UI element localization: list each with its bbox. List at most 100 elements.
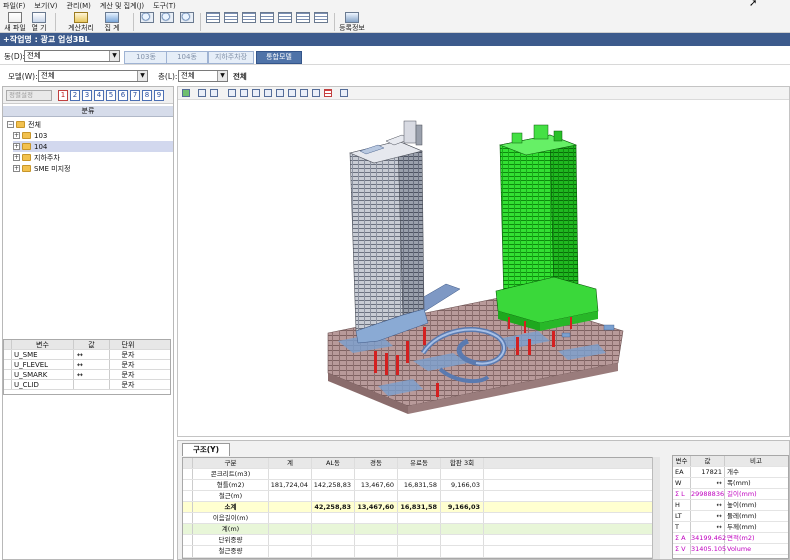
left-toolbar: 정렬설정 1 2 3 4 5 6 7 8 9 xyxy=(3,87,173,104)
sheet-view-button-1[interactable] xyxy=(206,11,220,33)
cube-view-icon[interactable] xyxy=(300,89,308,97)
new-file-button[interactable]: 새 파일 xyxy=(2,11,28,33)
menu-view[interactable]: 보기(V) xyxy=(34,1,57,11)
model-select[interactable]: 전체 ▼ xyxy=(38,70,148,82)
expand-icon[interactable]: + xyxy=(13,143,20,150)
table-row-subtotal[interactable]: 소계 42,258,83 13,467,60 16,831,58 9,166,0… xyxy=(183,502,659,513)
table-row[interactable]: 철근중량 xyxy=(183,546,659,558)
table-row[interactable]: U_FLEVEL ↔ 문자 xyxy=(4,360,170,370)
sheet-view-button-6[interactable] xyxy=(296,11,310,33)
tree-item-104[interactable]: + 104 xyxy=(13,141,173,152)
sheet-icon xyxy=(242,12,256,23)
cube-view-icon[interactable] xyxy=(228,89,236,97)
table-row[interactable]: U_CLID 문자 xyxy=(4,380,170,390)
level-button-7[interactable]: 7 xyxy=(130,90,140,101)
shade-icon[interactable] xyxy=(340,89,348,97)
dong-select[interactable]: 전체 ▼ xyxy=(24,50,120,62)
view-green-icon[interactable] xyxy=(182,89,190,97)
level-button-4[interactable]: 4 xyxy=(94,90,104,101)
vertical-scrollbar[interactable] xyxy=(652,457,660,559)
calc-button[interactable]: 계산처리 xyxy=(64,11,98,33)
menu-calc[interactable]: 계산 및 집계(J) xyxy=(100,1,144,11)
menu-manage[interactable]: 관리(M) xyxy=(67,1,91,11)
tab-structure[interactable]: 구조(Y) xyxy=(182,443,230,456)
table-row[interactable]: Σ A 34199.462 면적(m2) xyxy=(673,533,788,544)
sheet-icon xyxy=(224,12,238,23)
sheet-view-button-7[interactable] xyxy=(314,11,328,33)
level-button-3[interactable]: 3 xyxy=(82,90,92,101)
magnifier-icon xyxy=(140,12,154,23)
table-row[interactable]: U_SME ↔ 문자 xyxy=(4,350,170,360)
menu-file[interactable]: 파일(F) xyxy=(3,1,25,11)
model-label: 모델(W): xyxy=(8,72,38,81)
select-mode-icon[interactable] xyxy=(210,89,218,97)
level-button-6[interactable]: 6 xyxy=(118,90,128,101)
level-button-2[interactable]: 2 xyxy=(70,90,80,101)
table-row[interactable]: 이음길이(m) xyxy=(183,513,659,524)
zoom-out-button[interactable] xyxy=(180,11,194,33)
zoom-window-button[interactable] xyxy=(160,11,174,33)
sheet-icon xyxy=(314,12,328,23)
table-header: 구분 계 AL동 경동 유료동 합판 3회 xyxy=(183,458,659,469)
collapse-icon[interactable]: − xyxy=(7,121,14,128)
table-row[interactable]: LT ↔ 둘레(mm) xyxy=(673,511,788,522)
table-header: 변수 값 비고 xyxy=(673,456,788,467)
open-button[interactable]: 열 기 xyxy=(30,11,48,33)
property-table: 변수 값 비고 EA 17821 개수 W ↔ 폭(mm) Σ L 299888… xyxy=(672,455,789,559)
sum-button[interactable]: 집 계 xyxy=(100,11,124,33)
sheet-view-button-4[interactable] xyxy=(260,11,274,33)
table-row[interactable]: 형틀(m2) 181,724,04 142,258,83 13,467,60 1… xyxy=(183,480,659,491)
tree-item-all[interactable]: − 전체 xyxy=(7,119,41,130)
folder-icon xyxy=(22,154,31,161)
tree-item-103[interactable]: + 103 xyxy=(13,130,47,141)
model-viewport[interactable] xyxy=(177,86,790,437)
table-row[interactable]: EA 17821 개수 xyxy=(673,467,788,478)
sheet-view-button-3[interactable] xyxy=(242,11,256,33)
tab-103[interactable]: 103동 xyxy=(124,51,168,64)
cube-view-icon[interactable] xyxy=(240,89,248,97)
level-button-8[interactable]: 8 xyxy=(142,90,152,101)
table-row-total[interactable]: 계(m) xyxy=(183,524,659,535)
dong-select-value: 전체 xyxy=(27,51,41,60)
table-row[interactable]: 철근(m) xyxy=(183,491,659,502)
cube-view-icon[interactable] xyxy=(276,89,284,97)
sort-settings-button[interactable]: 정렬설정 xyxy=(6,90,52,101)
toolbar-divider xyxy=(334,13,335,31)
table-row[interactable]: 콘크리트(m3) xyxy=(183,469,659,480)
register-info-button[interactable]: 등록정보 xyxy=(338,11,366,33)
level-button-9[interactable]: 9 xyxy=(154,90,164,101)
tab-104[interactable]: 104동 xyxy=(166,51,208,64)
table-row[interactable]: W ↔ 폭(mm) xyxy=(673,478,788,489)
tab-integrated-model[interactable]: 통합모델 xyxy=(256,51,302,64)
sheet-view-button-5[interactable] xyxy=(278,11,292,33)
table-row[interactable]: H ↔ 높이(mm) xyxy=(673,500,788,511)
expand-icon[interactable]: + xyxy=(13,154,20,161)
floor-select[interactable]: 전체 ▼ xyxy=(178,70,228,82)
tree-item-sme-unassigned[interactable]: + SME 미지정 xyxy=(13,163,70,174)
table-row[interactable]: U_SMARK ↔ 문자 xyxy=(4,370,170,380)
zoom-in-button[interactable] xyxy=(140,11,154,33)
expand-icon[interactable]: + xyxy=(13,132,20,139)
3d-building-model xyxy=(327,120,624,414)
level-button-5[interactable]: 5 xyxy=(106,90,116,101)
menu-tools[interactable]: 도구(T) xyxy=(153,1,176,11)
table-row[interactable]: T ↔ 두께(mm) xyxy=(673,522,788,533)
table-row[interactable]: Σ L 29988836 길이(mm) xyxy=(673,489,788,500)
tab-parking[interactable]: 지하주차장 xyxy=(208,51,254,64)
cube-view-icon[interactable] xyxy=(264,89,272,97)
level-button-1[interactable]: 1 xyxy=(58,90,68,101)
cube-view-icon[interactable] xyxy=(312,89,320,97)
view-mode-icon[interactable] xyxy=(198,89,206,97)
tree-item-parking[interactable]: + 지하주차 xyxy=(13,152,60,163)
cube-view-icon[interactable] xyxy=(288,89,296,97)
list-icon[interactable] xyxy=(324,89,332,97)
sheet-view-button-2[interactable] xyxy=(224,11,238,33)
chevron-down-icon: ▼ xyxy=(137,71,147,81)
cube-view-icon[interactable] xyxy=(252,89,260,97)
table-row[interactable]: Σ V 31405.105 Volume xyxy=(673,544,788,555)
magnifier-icon xyxy=(180,12,194,23)
expand-icon[interactable]: + xyxy=(13,165,20,172)
sheet-icon xyxy=(206,12,220,23)
model-select-value: 전체 xyxy=(41,71,55,80)
table-row[interactable]: 단위중량 xyxy=(183,535,659,546)
